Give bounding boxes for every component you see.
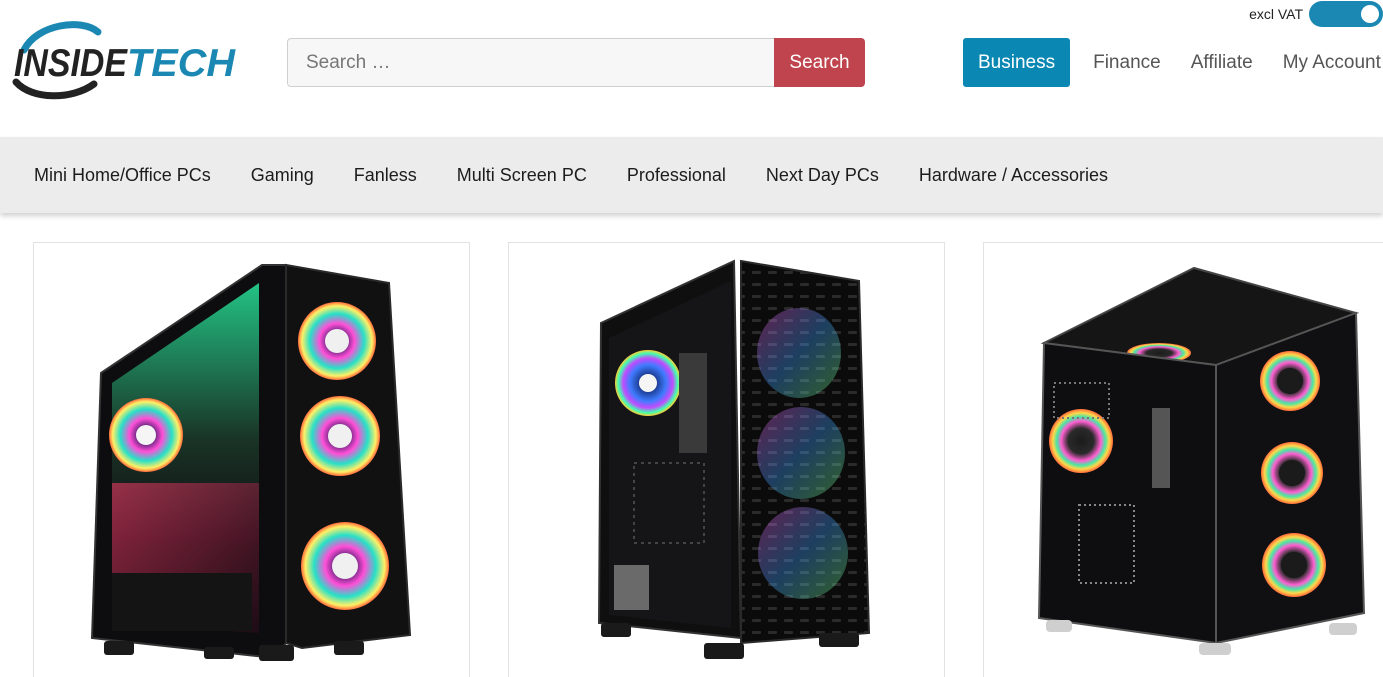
category-mini-home-office-pcs[interactable]: Mini Home/Office PCs [34, 165, 211, 186]
category-hardware-accessories[interactable]: Hardware / Accessories [919, 165, 1108, 186]
vat-toggle[interactable] [1309, 1, 1383, 27]
search-input[interactable] [287, 38, 774, 87]
page: excl VAT INSIDE TECH Search Business Fin… [0, 0, 1383, 677]
product-card[interactable] [33, 242, 470, 677]
business-button[interactable]: Business [963, 38, 1071, 87]
category-gaming[interactable]: Gaming [251, 165, 314, 186]
vat-switch[interactable]: excl VAT [1249, 1, 1383, 27]
product-card[interactable] [508, 242, 945, 677]
vat-label: excl VAT [1249, 6, 1303, 22]
mesh-front-gaming-case-icon [597, 259, 871, 659]
glass-cube-gaming-case-icon [1037, 266, 1366, 655]
category-fanless[interactable]: Fanless [354, 165, 417, 186]
search-button[interactable]: Search [774, 38, 865, 87]
search-form: Search [287, 38, 865, 87]
category-professional[interactable]: Professional [627, 165, 726, 186]
category-nav: Mini Home/Office PCs Gaming Fanless Mult… [0, 137, 1383, 213]
category-next-day-pcs[interactable]: Next Day PCs [766, 165, 879, 186]
top-nav: Business Finance Affiliate My Account [963, 38, 1383, 87]
vat-toggle-knob [1361, 5, 1379, 23]
affiliate-link[interactable]: Affiliate [1191, 52, 1253, 74]
svg-text:INSIDE: INSIDE [14, 42, 128, 85]
product-card[interactable] [983, 242, 1383, 677]
my-account-link[interactable]: My Account [1283, 52, 1381, 74]
logo-icon: INSIDE TECH [12, 21, 236, 100]
insidetech-logo[interactable]: INSIDE TECH [12, 20, 238, 100]
finance-link[interactable]: Finance [1093, 52, 1161, 74]
rgb-gaming-case-three-front-fans-icon [90, 263, 412, 661]
category-multi-screen-pc[interactable]: Multi Screen PC [457, 165, 587, 186]
svg-text:TECH: TECH [127, 42, 236, 85]
